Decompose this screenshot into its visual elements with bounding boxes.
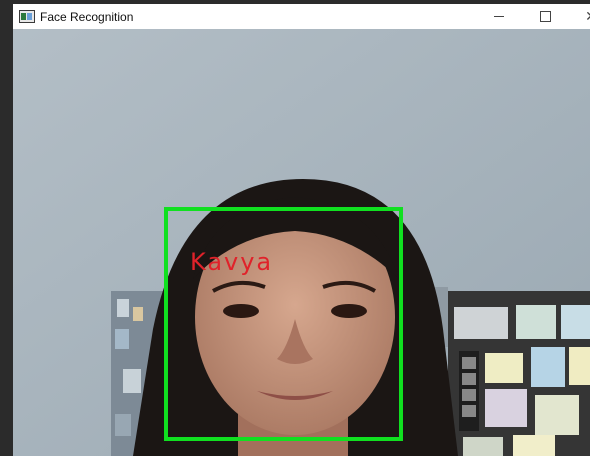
title-bar[interactable]: Face Recognition ✕ <box>13 4 590 29</box>
close-button[interactable]: ✕ <box>568 4 590 29</box>
maximize-icon <box>539 11 551 22</box>
app-window-icon <box>19 10 35 23</box>
face-name-label: Kavya <box>190 248 274 276</box>
face-detection-box <box>164 207 403 441</box>
close-icon: ✕ <box>585 9 590 25</box>
window-title: Face Recognition <box>40 9 134 24</box>
app-window: Face Recognition ✕ <box>13 4 590 456</box>
minimize-button[interactable] <box>476 4 522 29</box>
maximize-button[interactable] <box>522 4 568 29</box>
minimize-icon <box>494 16 504 17</box>
camera-feed: Kavya <box>13 29 590 456</box>
